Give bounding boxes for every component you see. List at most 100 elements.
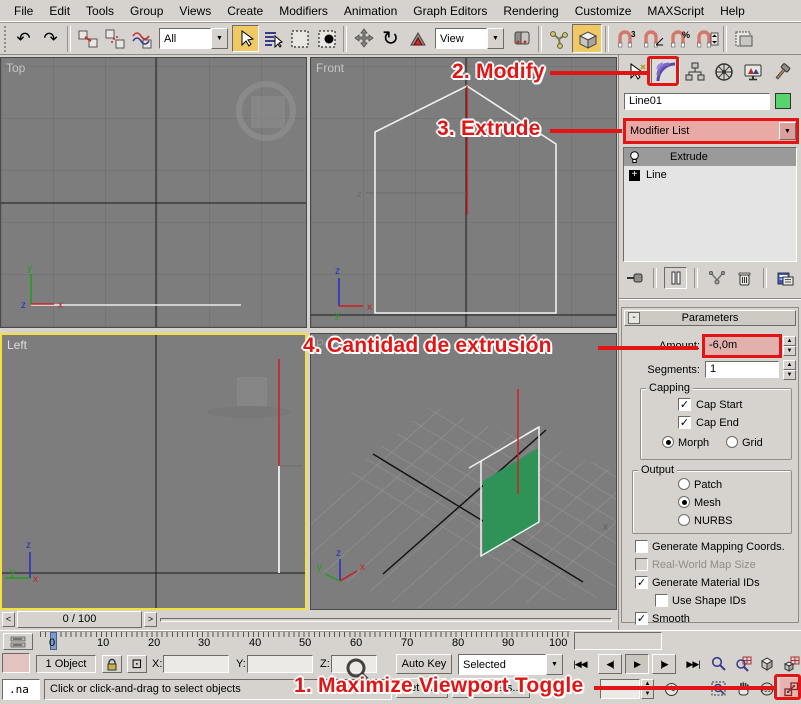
tab-utilities[interactable] — [767, 57, 796, 86]
spinner-snap-button[interactable] — [693, 25, 720, 52]
select-and-rotate-button[interactable]: ↻ — [377, 25, 404, 52]
menu-animation[interactable]: Animation — [336, 1, 405, 21]
make-unique-button[interactable] — [705, 267, 728, 289]
selection-filter-dropdown[interactable]: All ▼ — [159, 28, 228, 49]
amount-spinner[interactable]: ▲▼ — [783, 336, 796, 355]
redo-button[interactable]: ↷ — [37, 25, 64, 52]
select-object-button[interactable] — [232, 25, 259, 52]
menu-file[interactable]: File — [6, 1, 41, 21]
generate-material-ids-checkbox[interactable]: ✓ — [635, 576, 648, 589]
dropdown-arrow-icon[interactable]: ▼ — [211, 28, 228, 49]
zoom-extents-button[interactable] — [756, 653, 778, 675]
zoom-button[interactable] — [708, 653, 730, 675]
amount-field[interactable]: -6,0m — [702, 334, 782, 358]
snap-3d-button[interactable]: 3 — [612, 25, 639, 52]
spinner-up-icon[interactable]: ▲ — [783, 360, 796, 370]
selection-lock-button[interactable] — [102, 655, 122, 673]
dropdown-arrow-icon[interactable]: ▼ — [487, 28, 504, 49]
tab-motion[interactable] — [709, 57, 738, 86]
menu-rendering[interactable]: Rendering — [495, 1, 566, 21]
mesh-radio[interactable] — [678, 496, 690, 508]
time-slider[interactable]: 0 / 100 — [17, 611, 142, 628]
auto-key-button[interactable]: Auto Key — [396, 654, 452, 674]
spinner-down-icon[interactable]: ▼ — [641, 689, 654, 699]
menu-views[interactable]: Views — [171, 1, 219, 21]
select-and-link-button[interactable] — [74, 25, 101, 52]
use-pivot-point-button[interactable] — [508, 25, 535, 52]
mini-listener-pink-row[interactable] — [2, 653, 30, 673]
select-and-move-button[interactable] — [350, 25, 377, 52]
zoom-all-button[interactable] — [732, 653, 754, 675]
select-and-scale-button[interactable] — [404, 25, 431, 52]
viewport-front[interactable]: Front z z x y — [310, 57, 617, 328]
menu-group[interactable]: Group — [122, 1, 171, 21]
smooth-checkbox[interactable]: ✓ — [635, 612, 648, 625]
generate-mapping-coords-checkbox[interactable] — [635, 540, 648, 553]
menu-tools[interactable]: Tools — [78, 1, 122, 21]
rectangular-selection-region-button[interactable] — [286, 25, 313, 52]
dropdown-arrow-icon[interactable]: ▼ — [779, 122, 796, 140]
tab-display[interactable] — [738, 57, 767, 86]
add-time-tag-area[interactable] — [574, 632, 662, 650]
pin-stack-button[interactable] — [623, 267, 646, 289]
menu-modifiers[interactable]: Modifiers — [271, 1, 336, 21]
select-by-name-button[interactable] — [259, 25, 286, 52]
menu-help[interactable]: Help — [712, 1, 753, 21]
parameters-rollout-header[interactable]: - Parameters — [624, 310, 796, 326]
next-frame-button[interactable]: |▶ — [652, 654, 676, 674]
unlink-selection-button[interactable] — [101, 25, 128, 52]
grid-radio[interactable] — [726, 436, 738, 448]
collapse-icon[interactable]: - — [628, 312, 640, 324]
snaps-toggle-button[interactable] — [572, 24, 602, 53]
configure-modifier-sets-button[interactable] — [774, 267, 797, 289]
cap-end-checkbox[interactable]: ✓ — [678, 416, 691, 429]
modifier-list-dropdown[interactable]: Modifier List ▼ — [623, 118, 799, 144]
toolbar-drag-handle[interactable] — [4, 26, 8, 52]
use-shape-ids-checkbox[interactable] — [655, 594, 668, 607]
viewport-top[interactable]: Top y z x — [0, 57, 307, 328]
go-to-start-button[interactable]: |◀◀ — [566, 654, 594, 674]
mini-curve-editor-button[interactable] — [3, 633, 33, 650]
previous-frame-arrow[interactable]: < — [2, 612, 15, 627]
remove-modifier-button[interactable] — [733, 267, 756, 289]
menu-customize[interactable]: Customize — [567, 1, 640, 21]
spinner-down-icon[interactable]: ▼ — [783, 370, 796, 380]
show-end-result-button[interactable] — [664, 267, 687, 289]
percent-snap-button[interactable]: % — [666, 25, 693, 52]
menu-edit[interactable]: Edit — [41, 1, 78, 21]
select-and-manipulate-button[interactable] — [545, 25, 572, 52]
undo-button[interactable]: ↶ — [10, 25, 37, 52]
edit-named-selections-button[interactable] — [730, 25, 757, 52]
viewport-left-label[interactable]: Left — [7, 338, 27, 352]
x-coordinate-field[interactable] — [163, 655, 229, 673]
selection-set-dropdown[interactable]: Selected ▼ — [458, 654, 563, 675]
viewport-perspective[interactable]: Perspective x z x y — [310, 333, 617, 610]
window-crossing-toggle-button[interactable] — [313, 25, 340, 52]
y-coordinate-field[interactable] — [247, 655, 313, 673]
zoom-extents-all-button[interactable] — [780, 653, 801, 675]
absolute-offset-toggle[interactable]: ⊡ — [127, 655, 147, 673]
time-slider-track[interactable] — [160, 618, 612, 622]
stack-item-line[interactable]: + Line — [624, 166, 796, 184]
expand-icon[interactable]: + — [629, 170, 640, 181]
segments-field[interactable]: 1 — [705, 361, 779, 378]
next-frame-arrow[interactable]: > — [144, 612, 157, 627]
spinner-down-icon[interactable]: ▼ — [783, 346, 796, 356]
bind-to-space-warp-button[interactable] — [128, 25, 155, 52]
reference-coordinate-dropdown[interactable]: View ▼ — [435, 28, 504, 49]
play-button[interactable]: ▶ — [625, 654, 649, 674]
nurbs-radio[interactable] — [678, 514, 690, 526]
dropdown-arrow-icon[interactable]: ▼ — [546, 654, 563, 675]
viewport-front-label[interactable]: Front — [316, 61, 344, 75]
stack-item-extrude[interactable]: Extrude — [624, 148, 796, 166]
segments-spinner[interactable]: ▲▼ — [783, 360, 796, 379]
menu-create[interactable]: Create — [219, 1, 271, 21]
cap-start-checkbox[interactable]: ✓ — [678, 398, 691, 411]
spinner-up-icon[interactable]: ▲ — [783, 336, 796, 346]
go-to-end-button[interactable]: ▶▶| — [679, 654, 707, 674]
menu-graph-editors[interactable]: Graph Editors — [405, 1, 495, 21]
object-color-swatch[interactable] — [775, 93, 791, 109]
angle-snap-button[interactable] — [639, 25, 666, 52]
viewport-left-active[interactable]: Left z y x — [0, 333, 307, 610]
tab-hierarchy[interactable] — [680, 57, 709, 86]
